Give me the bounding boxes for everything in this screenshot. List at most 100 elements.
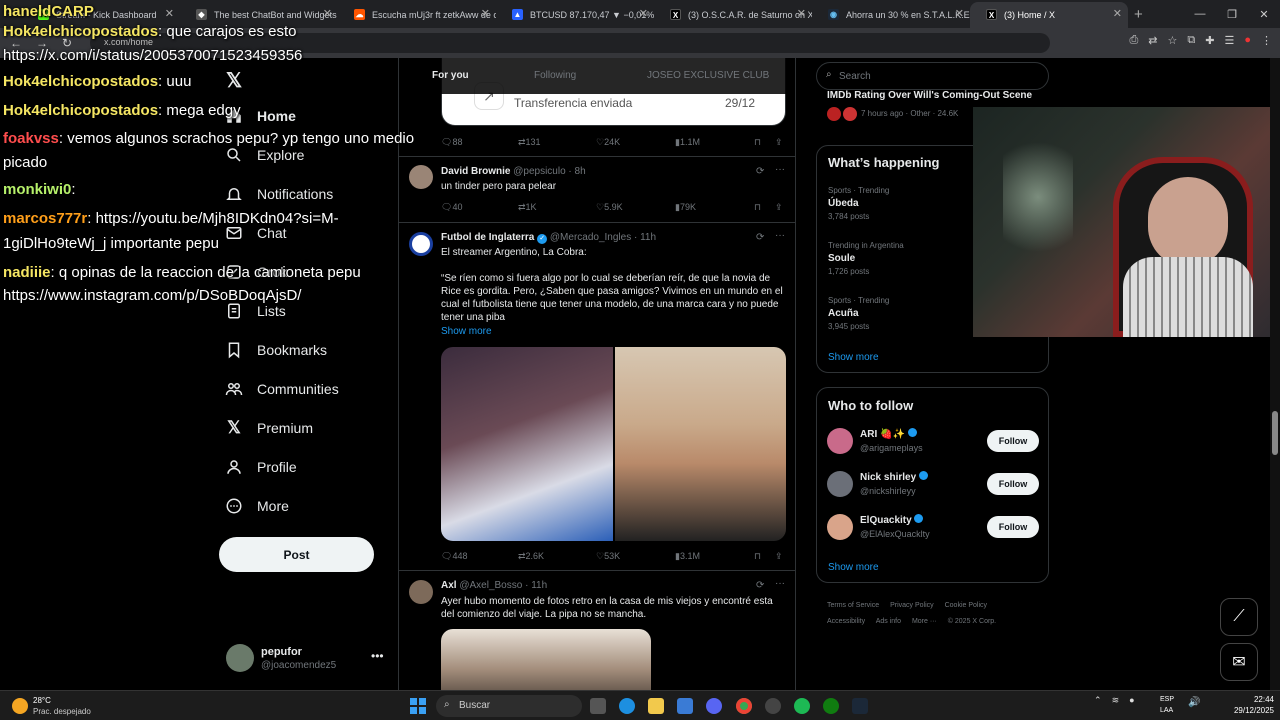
tab-following[interactable]: Following [534, 70, 576, 81]
like-button[interactable]: ♡ 24K [596, 137, 620, 148]
start-icon[interactable] [410, 698, 426, 714]
close-icon[interactable]: ✕ [1113, 7, 1122, 20]
like-button[interactable]: ♡ 5.9K [596, 202, 623, 213]
follow-suggestion[interactable]: Nick shirley @nickshirleyy Follow [827, 469, 1041, 501]
more-dots-icon[interactable]: ··· [775, 164, 785, 175]
extension-icon[interactable]: ⧉ [1187, 34, 1195, 47]
tab-for-you[interactable]: For you [432, 70, 469, 81]
author-name[interactable]: Futbol de Inglaterra [441, 232, 534, 243]
more-dots-icon[interactable]: ··· [775, 578, 785, 589]
nav-premium[interactable]: 𝕏 Premium [224, 416, 313, 440]
taskbar-search[interactable]: ⌕ Buscar [436, 695, 582, 717]
close-icon[interactable]: ✕ [165, 7, 174, 20]
views-button[interactable]: ▮ 3.1M [675, 551, 700, 562]
mic-icon[interactable]: ● [1129, 695, 1134, 705]
nav-profile[interactable]: Profile [224, 455, 297, 479]
tweet-media[interactable] [441, 629, 651, 690]
footer-link[interactable]: Terms of Service [827, 602, 879, 609]
media-image-couple[interactable] [614, 347, 786, 541]
tweet[interactable]: Futbol de Inglaterra ✓ @Mercado_Ingles ·… [399, 223, 795, 571]
nav-communities[interactable]: Communities [224, 377, 339, 401]
follow-button[interactable]: Follow [987, 473, 1039, 495]
scrollbar[interactable] [1270, 58, 1280, 690]
reply-button[interactable]: 🗨 40 [441, 202, 462, 213]
obs-icon[interactable] [765, 698, 781, 714]
grok-icon[interactable]: ⟳ [756, 232, 764, 243]
extensions-puzzle-icon[interactable]: ✚ [1205, 34, 1214, 47]
translate-icon[interactable]: ⇄ [1148, 34, 1157, 47]
grok-icon[interactable]: ⟳ [756, 580, 764, 591]
new-tab-icon[interactable]: + [1134, 6, 1143, 23]
bookmark-icon[interactable]: ⊓ [754, 551, 761, 562]
tweet[interactable]: David Brownie @pepsiculo · 8h ⟳ ··· un t… [399, 157, 795, 223]
messages-fab-icon[interactable]: ✉ [1220, 643, 1258, 681]
share-icon[interactable]: ⇪ [775, 137, 783, 148]
store-icon[interactable] [677, 698, 693, 714]
retweet-button[interactable]: ⇄ 1K [518, 202, 537, 213]
close-icon[interactable]: ✕ [323, 7, 332, 20]
footer-link[interactable]: Ads info [876, 618, 901, 625]
task-view-icon[interactable] [590, 698, 606, 714]
volume-icon[interactable]: 🔊 [1188, 697, 1200, 708]
bookmark-star-icon[interactable]: ☆ [1168, 34, 1178, 47]
follow-suggestion[interactable]: ElQuackity @ElAlexQuacklty Follow [827, 512, 1041, 544]
file-explorer-icon[interactable] [648, 698, 664, 714]
reading-list-icon[interactable]: ☰ [1224, 34, 1234, 47]
share-icon[interactable]: ⇪ [775, 551, 783, 562]
footer-link[interactable]: Cookie Policy [945, 602, 987, 609]
tab-soundcloud[interactable]: ☁ Escucha mUj3r ft zetkAww de c ✕ [338, 2, 496, 28]
bookmark-icon[interactable]: ⊓ [754, 202, 761, 213]
follow-suggestion[interactable]: ARI 🍓✨ @arigameplays Follow [827, 426, 1041, 458]
reply-button[interactable]: 🗨 88 [441, 137, 462, 148]
clock[interactable]: 22:44 29/12/2025 [1222, 694, 1274, 716]
tab-steam[interactable]: ◉ Ahorra un 30 % en S.T.A.L.K.E.R. ✕ [812, 2, 970, 28]
tray-overflow-icon[interactable]: ⌃ [1094, 695, 1102, 705]
retweet-button[interactable]: ⇄ 2.6K [518, 551, 544, 562]
steam-icon[interactable] [852, 698, 868, 714]
nav-more[interactable]: More [224, 494, 289, 518]
tab-joseo-club[interactable]: JOSEO EXCLUSIVE CLUB [647, 70, 769, 81]
nav-notifications[interactable]: Notifications [224, 182, 333, 206]
grok-icon[interactable]: ⟳ [756, 166, 764, 177]
scrollbar-thumb[interactable] [1272, 411, 1278, 455]
nav-bookmarks[interactable]: Bookmarks [224, 338, 327, 362]
show-more-link[interactable]: Show more [441, 326, 492, 337]
language-indicator[interactable]: ESP LAA [1160, 694, 1174, 716]
more-dots-icon[interactable]: ··· [775, 230, 785, 241]
grok-fab-icon[interactable]: ⟋ [1220, 598, 1258, 636]
chrome-icon[interactable] [736, 698, 752, 714]
author-name[interactable]: Axl [441, 580, 457, 591]
footer-link[interactable]: Accessibility [827, 618, 865, 625]
close-icon[interactable]: ✕ [955, 7, 964, 20]
retweet-button[interactable]: ⇄ 131 [518, 137, 541, 148]
tweet-media[interactable] [441, 347, 786, 541]
install-app-icon[interactable]: ⎙ [1129, 34, 1138, 47]
xbox-icon[interactable] [823, 698, 839, 714]
close-window-icon[interactable]: ✕ [1248, 8, 1280, 21]
minimize-icon[interactable]: — [1184, 8, 1216, 20]
author-name[interactable]: David Brownie [441, 166, 510, 177]
profile-avatar-icon[interactable]: ● [1244, 34, 1251, 47]
x-logo-icon[interactable]: 𝕏 [226, 68, 242, 93]
menu-icon[interactable]: ⋮ [1261, 34, 1272, 47]
footer-link[interactable]: Privacy Policy [890, 602, 934, 609]
follow-button[interactable]: Follow [987, 430, 1039, 452]
close-icon[interactable]: ✕ [797, 7, 806, 20]
tab-x-home[interactable]: X (3) Home / X ✕ [970, 2, 1128, 28]
follow-button[interactable]: Follow [987, 516, 1039, 538]
post-button[interactable]: Post [219, 537, 374, 572]
spotify-icon[interactable] [794, 698, 810, 714]
more-dots-icon[interactable]: ••• [371, 649, 384, 663]
maximize-icon[interactable]: ❐ [1216, 8, 1248, 21]
views-button[interactable]: ▮ 1.1M [675, 137, 700, 148]
network-icon[interactable]: ≋ [1112, 695, 1120, 705]
close-icon[interactable]: ✕ [639, 7, 648, 20]
discord-icon[interactable] [706, 698, 722, 714]
share-icon[interactable]: ⇪ [775, 202, 783, 213]
bookmark-icon[interactable]: ⊓ [754, 137, 761, 148]
show-more-link[interactable]: Show more [828, 562, 879, 573]
tweet[interactable]: Axl @Axel_Bosso · 11h ⟳ ··· Ayer hubo mo… [399, 571, 795, 690]
show-more-link[interactable]: Show more [828, 352, 879, 363]
weather-widget[interactable]: 28°C Prac. despejado [8, 695, 118, 719]
footer-link[interactable]: More ··· [912, 618, 937, 625]
